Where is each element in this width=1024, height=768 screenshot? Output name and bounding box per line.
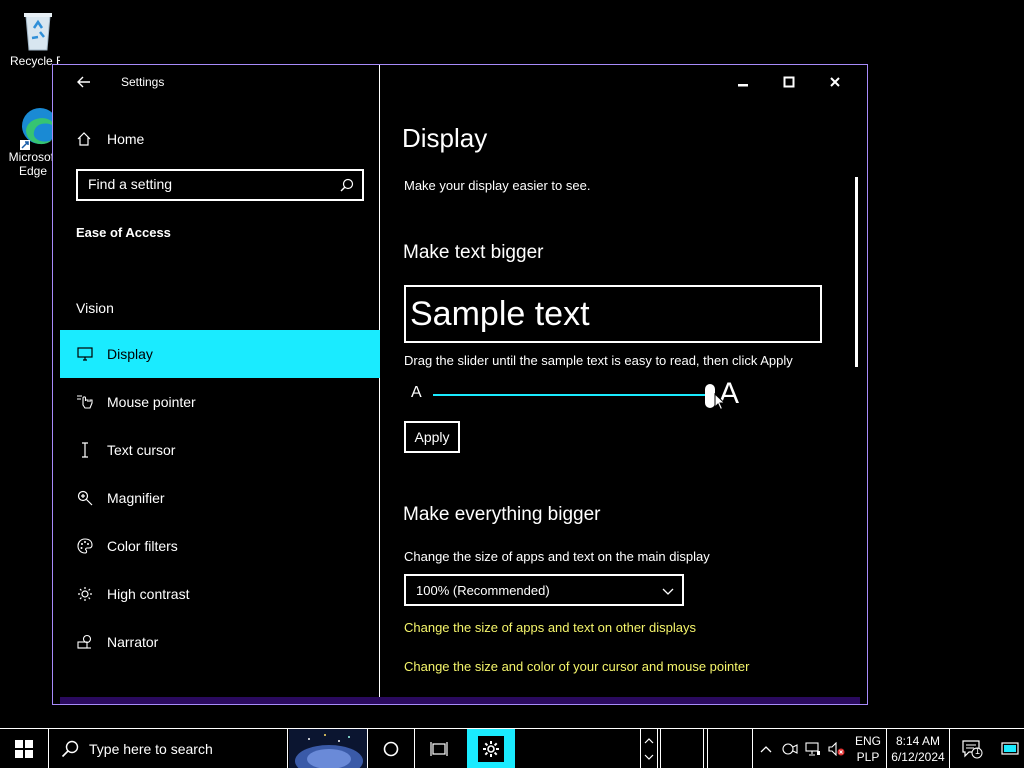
narrator-icon <box>76 633 94 651</box>
sidebar-item-display[interactable]: Display <box>60 330 380 378</box>
sidebar-item-home[interactable]: Home <box>76 129 144 149</box>
magnifier-icon <box>76 489 94 507</box>
slider-track[interactable] <box>433 394 711 396</box>
mouse-pointer-icon <box>76 393 94 411</box>
show-desktop-button[interactable] <box>996 729 1024 768</box>
slider-hint: Drag the slider until the sample text is… <box>404 353 793 368</box>
mouse-cursor-icon <box>714 393 726 411</box>
section-heading-everything-bigger: Make everything bigger <box>403 504 601 525</box>
action-center-button[interactable]: 1 <box>955 729 989 768</box>
text-size-slider[interactable]: A A <box>411 377 751 413</box>
taskbar-app-settings[interactable] <box>467 729 515 768</box>
link-other-displays[interactable]: Change the size of apps and text on othe… <box>404 620 696 635</box>
recycle-bin-icon <box>18 8 58 51</box>
sidebar-item-label: Text cursor <box>107 442 176 458</box>
back-button[interactable] <box>76 74 94 90</box>
desktop-icon <box>1001 742 1019 755</box>
windows-logo-icon <box>15 740 33 758</box>
taskbar-search-placeholder: Type here to search <box>89 740 213 757</box>
cortana-icon <box>383 741 399 756</box>
apply-button[interactable]: Apply <box>404 421 460 453</box>
search-input[interactable] <box>88 176 328 192</box>
clock-date: 6/12/2024 <box>891 749 945 764</box>
scale-label: Change the size of apps and text on the … <box>404 549 710 564</box>
page-subtitle: Make your display easier to see. <box>404 178 591 193</box>
slider-min-label: A <box>411 384 422 401</box>
network-icon <box>805 742 820 756</box>
window-content: Settings Home Ease of Access Vision <box>60 65 860 697</box>
palette-icon <box>76 537 94 555</box>
taskbar: Type here to search ENG PLP 8:14 AM 6/12… <box>0 728 1024 768</box>
scale-dropdown-value: 100% (Recommended) <box>416 583 550 598</box>
sidebar-item-text-cursor[interactable]: Text cursor <box>60 426 380 474</box>
search-box[interactable] <box>76 169 364 201</box>
chevron-down-icon <box>644 754 654 760</box>
cortana-button[interactable] <box>367 729 415 768</box>
network-button[interactable] <box>802 729 824 768</box>
home-icon <box>76 131 94 147</box>
keyboard-layout: PLP <box>856 750 880 764</box>
clock-time: 8:14 AM <box>895 733 941 748</box>
sidebar-item-magnifier[interactable]: Magnifier <box>60 474 380 522</box>
window-title: Settings <box>121 75 165 89</box>
gear-icon <box>478 736 504 762</box>
monitor-icon <box>76 345 94 363</box>
clock[interactable]: 8:14 AM 6/12/2024 <box>886 729 950 768</box>
start-button[interactable] <box>0 729 48 768</box>
arrow-left-icon <box>77 76 90 88</box>
sidebar-item-high-contrast[interactable]: High contrast <box>60 570 380 618</box>
link-cursor-pointer[interactable]: Change the size and color of your cursor… <box>404 659 749 674</box>
sidebar-item-label: Color filters <box>107 538 178 554</box>
taskbar-empty-slot[interactable] <box>660 729 704 768</box>
speaker-muted-icon <box>828 742 845 756</box>
scrollbar[interactable] <box>855 177 858 367</box>
taskbar-empty-slot[interactable] <box>707 729 753 768</box>
page-title: Display <box>402 123 488 153</box>
nav-list: Display Mouse pointer Text cursor Magnif… <box>60 330 380 666</box>
task-view-icon <box>430 742 448 756</box>
scale-dropdown[interactable]: 100% (Recommended) <box>404 574 684 606</box>
text-cursor-icon <box>76 441 94 459</box>
sidebar-item-label: Mouse pointer <box>107 394 196 410</box>
chevron-down-icon <box>662 584 674 599</box>
camera-icon <box>782 743 798 755</box>
sidebar-item-label: High contrast <box>107 586 190 602</box>
section-heading: Ease of Access <box>76 225 171 240</box>
sample-text-preview: Sample text <box>404 285 822 343</box>
sun-icon <box>76 585 94 603</box>
taskbar-search[interactable]: Type here to search <box>48 729 288 768</box>
volume-button[interactable] <box>826 729 848 768</box>
meet-now-button[interactable] <box>779 729 801 768</box>
search-icon <box>61 740 79 757</box>
settings-window: Settings Home Ease of Access Vision <box>52 64 868 705</box>
window-frame <box>53 65 60 704</box>
sidebar-item-color-filters[interactable]: Color filters <box>60 522 380 570</box>
sidebar-item-label: Home <box>107 131 145 147</box>
sidebar-item-label: Narrator <box>107 634 159 650</box>
main-content: Display Make your display easier to see.… <box>381 65 860 697</box>
search-highlight-image[interactable] <box>289 729 367 768</box>
sidebar-item-label: Magnifier <box>107 490 165 506</box>
chevron-up-icon <box>644 737 654 743</box>
notification-count: 1 <box>975 746 981 756</box>
language-indicator[interactable]: ENG PLP <box>851 729 885 768</box>
sidebar-item-label: Display <box>107 346 153 362</box>
chevron-up-icon <box>760 746 772 753</box>
search-highlight-icon <box>289 729 367 768</box>
sidebar: Settings Home Ease of Access Vision <box>60 65 380 697</box>
search-icon[interactable] <box>340 178 354 195</box>
show-hidden-icons-button[interactable] <box>755 729 777 768</box>
section-heading-text-bigger: Make text bigger <box>403 242 544 263</box>
window-frame-bottom <box>60 697 860 704</box>
group-heading: Vision <box>76 300 114 316</box>
sidebar-item-mouse-pointer[interactable]: Mouse pointer <box>60 378 380 426</box>
desktop-icon-recycle-bin[interactable]: Recycle Bin <box>2 8 74 68</box>
task-view-button[interactable] <box>415 729 463 768</box>
sidebar-item-narrator[interactable]: Narrator <box>60 618 380 666</box>
language-code: ENG <box>854 734 881 748</box>
taskbar-scroller[interactable] <box>640 729 658 768</box>
